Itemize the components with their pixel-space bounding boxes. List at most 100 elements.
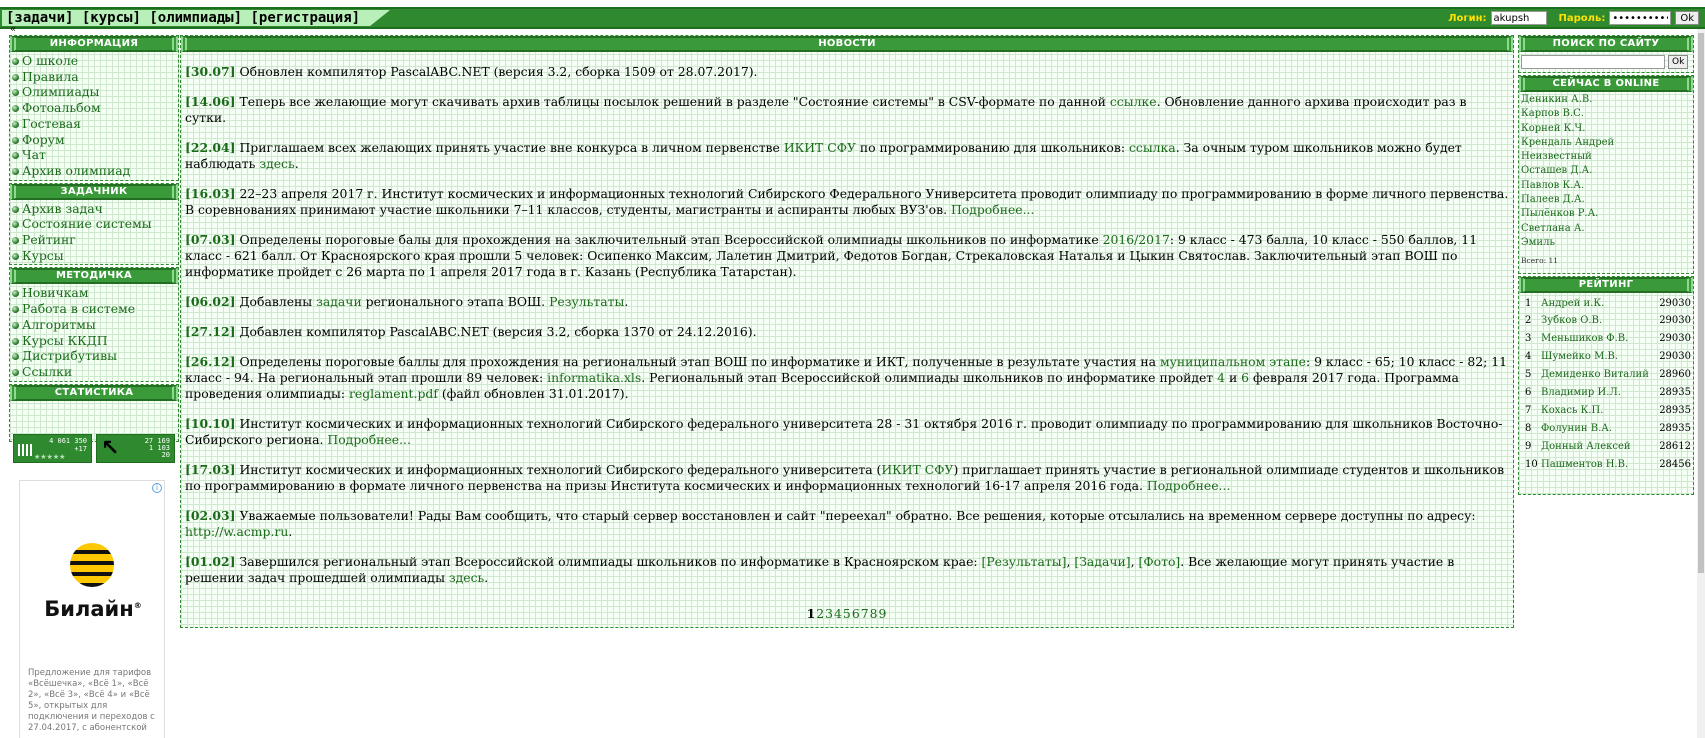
page-link[interactable]: 7	[861, 606, 870, 621]
news-link[interactable]: [Фото]	[1139, 554, 1181, 569]
rating-name[interactable]: Кохась К.П.	[1541, 402, 1657, 420]
rating-name[interactable]: Меньшиков Ф.В.	[1541, 330, 1657, 348]
online-user[interactable]: Палеев Д.А.	[1521, 193, 1691, 207]
rating-name[interactable]: Демиденко Виталий	[1541, 366, 1657, 384]
news-date[interactable]: [27.12]	[185, 324, 236, 339]
news-link[interactable]: здесь	[449, 570, 484, 585]
news-link[interactable]: Подробнее...	[1147, 478, 1231, 493]
menu-item-label: Работа в системе	[22, 301, 136, 317]
news-link[interactable]: задачи	[316, 294, 362, 309]
news-link[interactable]: informatika.xls	[547, 370, 641, 385]
menu-item[interactable]: Архив задач	[12, 201, 176, 217]
news-link[interactable]: ссылке	[1110, 94, 1157, 109]
password-input[interactable]	[1609, 11, 1672, 25]
online-user[interactable]: Корней К.Ч.	[1521, 122, 1691, 136]
news-link[interactable]: 6	[1241, 370, 1249, 385]
stats-counter[interactable]: ↖ 27 169 1 103 20	[96, 434, 175, 463]
news-link[interactable]: здесь	[259, 156, 294, 171]
news-link[interactable]: [Задачи]	[1074, 554, 1130, 569]
news-link[interactable]: http://w.acmp.ru	[185, 524, 288, 539]
news-date[interactable]: [10.10]	[185, 416, 236, 431]
page-scrollbar[interactable]	[1697, 29, 1705, 738]
rating-name[interactable]: Зубков О.В.	[1541, 312, 1657, 330]
hotlog-counter[interactable]: 4 061 350 +17 ★★★★★	[13, 434, 92, 463]
page-link[interactable]: 5	[843, 606, 852, 621]
login-ok-button[interactable]: Ok	[1675, 11, 1699, 25]
news-date[interactable]: [02.03]	[185, 508, 236, 523]
rating-name[interactable]: Пашментов Н.В.	[1541, 456, 1657, 474]
rating-name[interactable]: Андрей и.К.	[1541, 295, 1657, 313]
online-user[interactable]: Павлов К.А.	[1521, 179, 1691, 193]
search-ok-button[interactable]: Ok	[1668, 55, 1689, 69]
collapse-arrow-icon[interactable]: «	[10, 25, 16, 35]
rating-name[interactable]: Донный Алексей	[1541, 438, 1657, 456]
menu-item[interactable]: Состояние системы	[12, 216, 176, 232]
page-link[interactable]: 3	[825, 606, 834, 621]
news-link[interactable]: Подробнее...	[327, 432, 411, 447]
news-date[interactable]: [14.06]	[185, 94, 236, 109]
menu-item[interactable]: Новичкам	[12, 285, 176, 301]
news-text: Уважаемые пользователи! Рады Вам сообщит…	[235, 508, 1476, 523]
menu-item[interactable]: Рейтинг	[12, 232, 176, 248]
news-date[interactable]: [01.02]	[185, 554, 236, 569]
news-link[interactable]: 4	[1217, 370, 1225, 385]
page-link[interactable]: 4	[834, 606, 843, 621]
news-date[interactable]: [30.07]	[185, 64, 236, 79]
nav-olympiads[interactable]: [олимпиады]	[149, 10, 242, 26]
online-user[interactable]: Неизвестный	[1521, 150, 1691, 164]
menu-item-label: Ссылки	[22, 363, 73, 379]
online-user[interactable]: Деникин А.В.	[1521, 93, 1691, 107]
rating-name[interactable]: Владимир И.Л.	[1541, 384, 1657, 402]
news-link[interactable]: 2016/2017	[1103, 232, 1170, 247]
news-date[interactable]: [07.03]	[185, 232, 236, 247]
menu-item[interactable]: Форум	[12, 132, 176, 148]
menu-item[interactable]: Чат	[12, 147, 176, 163]
menu-item[interactable]: Правила	[12, 69, 176, 85]
menu-item[interactable]: Архив олимпиад	[12, 163, 176, 179]
nav-tasks[interactable]: [задачи]	[6, 10, 73, 26]
online-user[interactable]: Эмиль	[1521, 236, 1691, 250]
news-date[interactable]: [16.03]	[185, 186, 236, 201]
menu-item[interactable]: Олимпиады	[12, 84, 176, 100]
online-user[interactable]: Пылёнков Р.А.	[1521, 207, 1691, 221]
news-link[interactable]: Подробнее...	[951, 202, 1035, 217]
news-date[interactable]: [26.12]	[185, 354, 236, 369]
news-link[interactable]: reglament.pdf	[349, 386, 438, 401]
menu-item[interactable]: Ссылки	[12, 364, 176, 380]
advertisement[interactable]: i Билайн® Предложение для тарифов «Всёше…	[19, 480, 165, 738]
menu-item[interactable]: Работа в системе	[12, 301, 176, 317]
nav-courses[interactable]: [курсы]	[82, 10, 141, 26]
news-link[interactable]: ИКИТ СФУ	[784, 140, 856, 155]
page-link[interactable]: 2	[816, 606, 825, 621]
menu-item[interactable]: Курсы ККДП	[12, 333, 176, 349]
page-link[interactable]: 9	[878, 606, 887, 621]
news-link[interactable]: муниципальном этапе	[1160, 354, 1306, 369]
menu-item[interactable]: О школе	[12, 53, 176, 69]
online-user[interactable]: Карпов В.С.	[1521, 107, 1691, 121]
menu-item[interactable]: Дистрибутивы	[12, 348, 176, 364]
nav-registration[interactable]: [регистрация]	[250, 10, 360, 26]
rating-name[interactable]: Шумейко М.В.	[1541, 348, 1657, 366]
online-user[interactable]: Светлана А.	[1521, 222, 1691, 236]
news-link[interactable]: Результаты	[549, 294, 624, 309]
news-date[interactable]: [06.02]	[185, 294, 236, 309]
ad-info-icon[interactable]: i	[152, 483, 162, 493]
online-user[interactable]: Крендаль Андрей	[1521, 136, 1691, 150]
rating-table: 1 Андрей и.К. 29030 2 Зубков О.В. 29030 3 Меньш…	[1525, 295, 1691, 474]
menu-item[interactable]: Фотоальбом	[12, 100, 176, 116]
menu-item[interactable]: Гостевая	[12, 116, 176, 132]
news-date[interactable]: [22.04]	[185, 140, 236, 155]
news-link[interactable]: ссылка	[1129, 140, 1176, 155]
rating-name[interactable]: Фолунин В.А.	[1541, 420, 1657, 438]
news-link[interactable]: ИКИТ СФУ	[881, 462, 953, 477]
menu-item[interactable]: Курсы	[12, 248, 176, 264]
page-link[interactable]: 6	[852, 606, 861, 621]
online-user[interactable]: Осташев Д.А.	[1521, 164, 1691, 178]
hotlog-stars: ★★★★★	[34, 453, 66, 461]
menu-item[interactable]: Алгоритмы	[12, 317, 176, 333]
news-date[interactable]: [17.03]	[185, 462, 236, 477]
search-input[interactable]	[1521, 55, 1665, 69]
scrollbar-thumb[interactable]	[1698, 33, 1704, 573]
news-link[interactable]: [Результаты]	[982, 554, 1067, 569]
login-input[interactable]	[1490, 11, 1547, 25]
